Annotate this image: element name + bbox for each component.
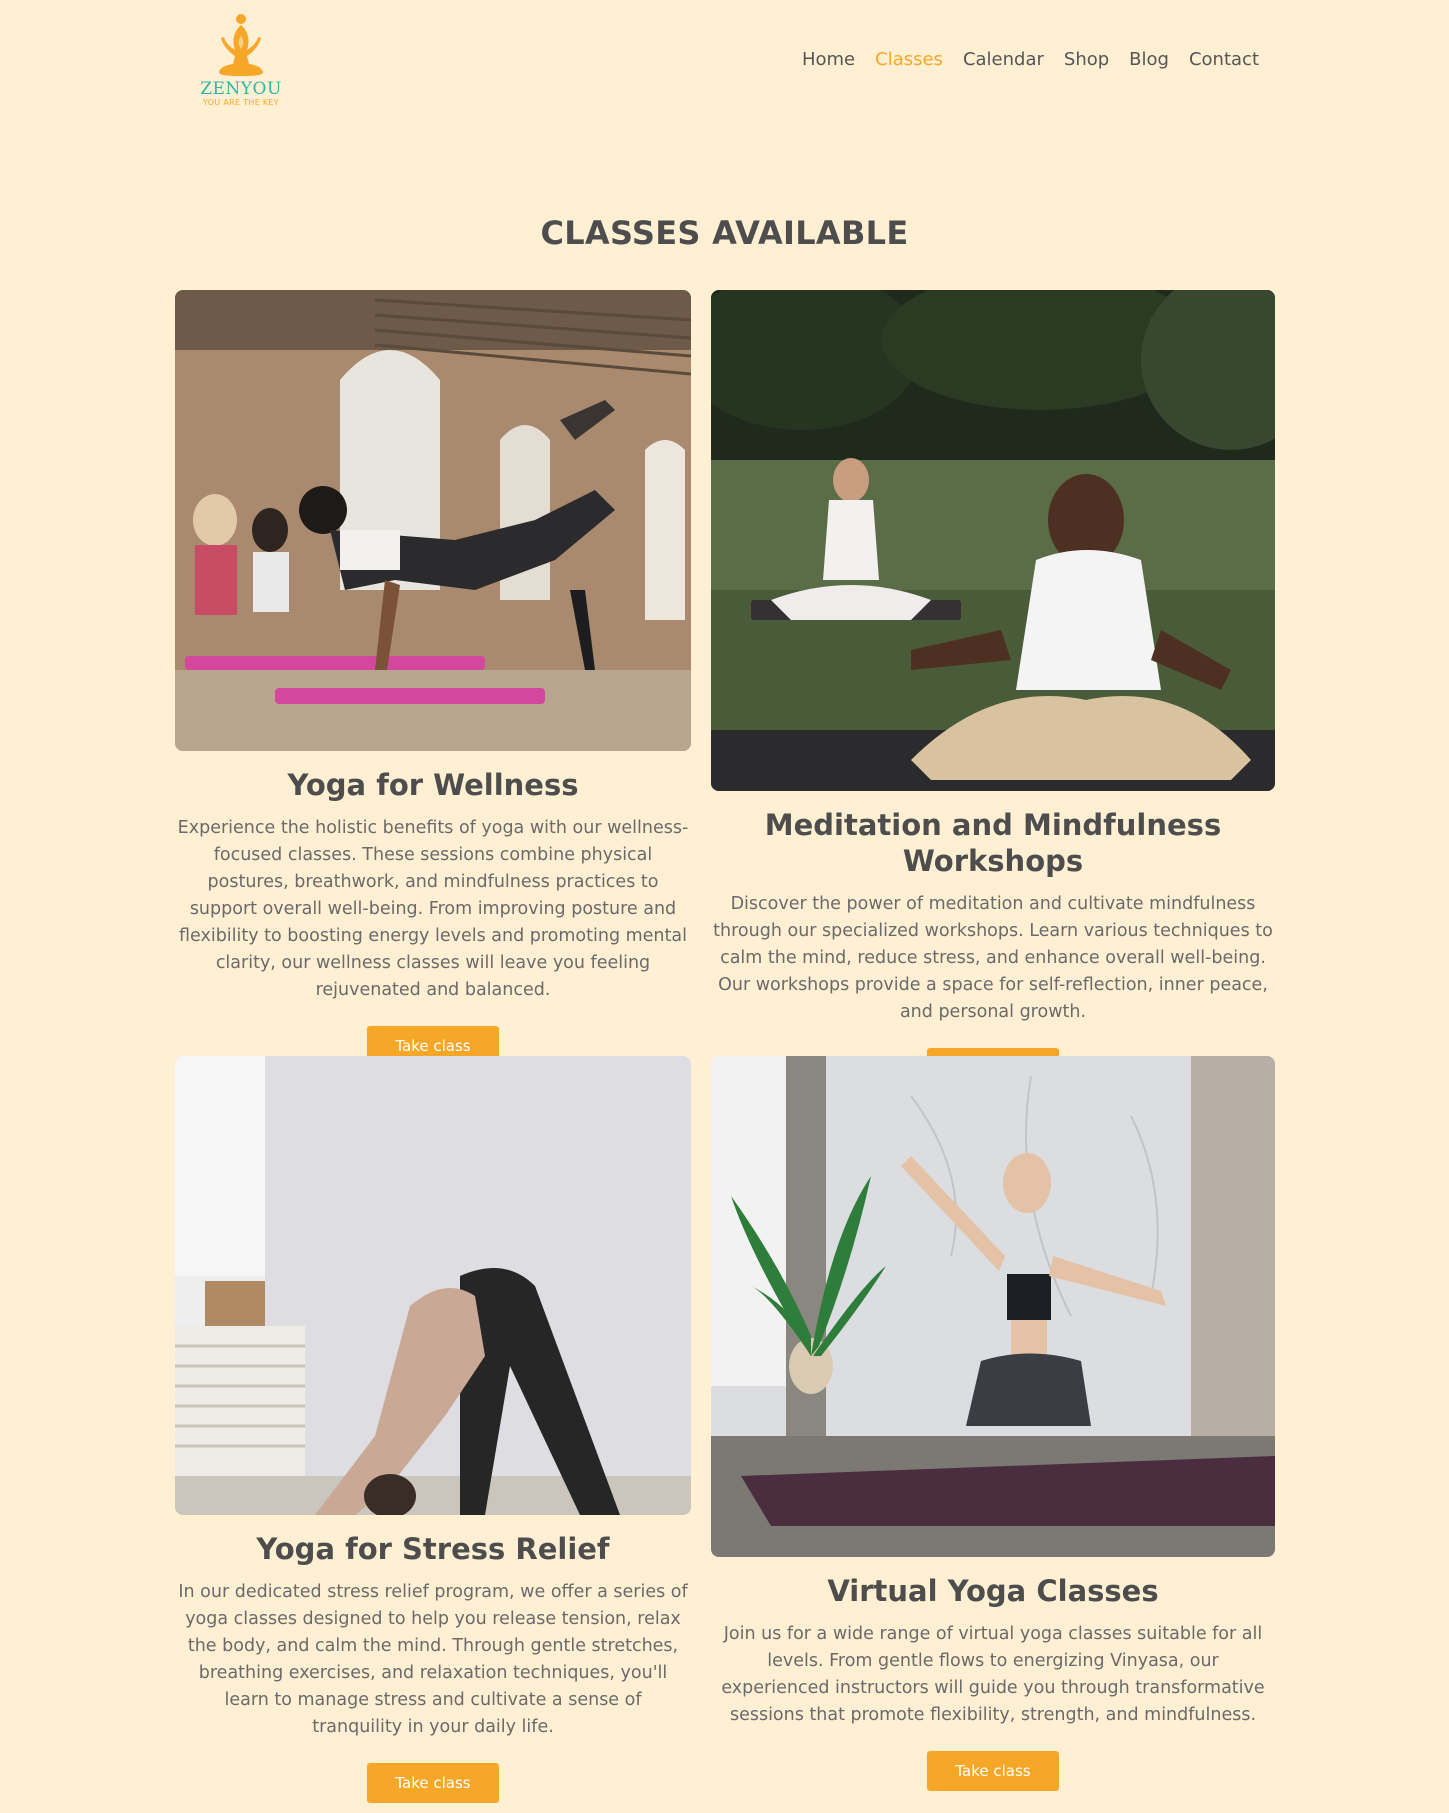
class-image-virtual	[711, 1056, 1275, 1557]
class-description: In our dedicated stress relief program, …	[178, 1582, 688, 1737]
class-title: Yoga for Wellness	[287, 768, 579, 802]
brand-logo[interactable]: ZENYOU YOU ARE THE KEY	[200, 12, 282, 108]
take-class-button[interactable]: Take class	[927, 1751, 1059, 1791]
nav-shop[interactable]: Shop	[1064, 48, 1109, 72]
take-class-button[interactable]: Take class	[367, 1763, 499, 1803]
class-title: Meditation and Mindfulness Workshops	[764, 808, 1222, 878]
class-description: Discover the power of meditation and cul…	[713, 894, 1273, 1022]
class-image-wellness	[175, 290, 691, 751]
class-card-wellness: Yoga for Wellness Experience the holisti…	[175, 290, 691, 1066]
class-image-meditation	[711, 290, 1275, 791]
class-description: Join us for a wide range of virtual yoga…	[721, 1624, 1265, 1725]
brand-tagline: YOU ARE THE KEY	[203, 98, 279, 107]
class-card-meditation: Meditation and Mindfulness Workshops Dis…	[711, 290, 1275, 1088]
brand-name: ZENYOU	[200, 79, 282, 99]
class-card-virtual: Virtual Yoga Classes Join us for a wide …	[711, 1056, 1275, 1791]
nav-blog[interactable]: Blog	[1129, 48, 1169, 72]
page-title: CLASSES AVAILABLE	[540, 214, 909, 252]
class-title: Yoga for Stress Relief	[256, 1532, 610, 1566]
main-nav: Home Classes Calendar Shop Blog Contact	[802, 48, 1259, 72]
nav-classes[interactable]: Classes	[875, 48, 943, 72]
nav-contact[interactable]: Contact	[1189, 48, 1259, 72]
class-title: Virtual Yoga Classes	[827, 1574, 1159, 1608]
nav-home[interactable]: Home	[802, 48, 855, 72]
meditation-logo-icon	[219, 14, 263, 76]
class-card-stress-relief: Yoga for Stress Relief In our dedicated …	[175, 1056, 691, 1803]
class-description: Experience the holistic benefits of yoga…	[177, 818, 689, 1000]
site-header: ZENYOU YOU ARE THE KEY Home Classes Cale…	[0, 0, 1449, 130]
class-image-stress-relief	[175, 1056, 691, 1515]
nav-calendar[interactable]: Calendar	[963, 48, 1044, 72]
